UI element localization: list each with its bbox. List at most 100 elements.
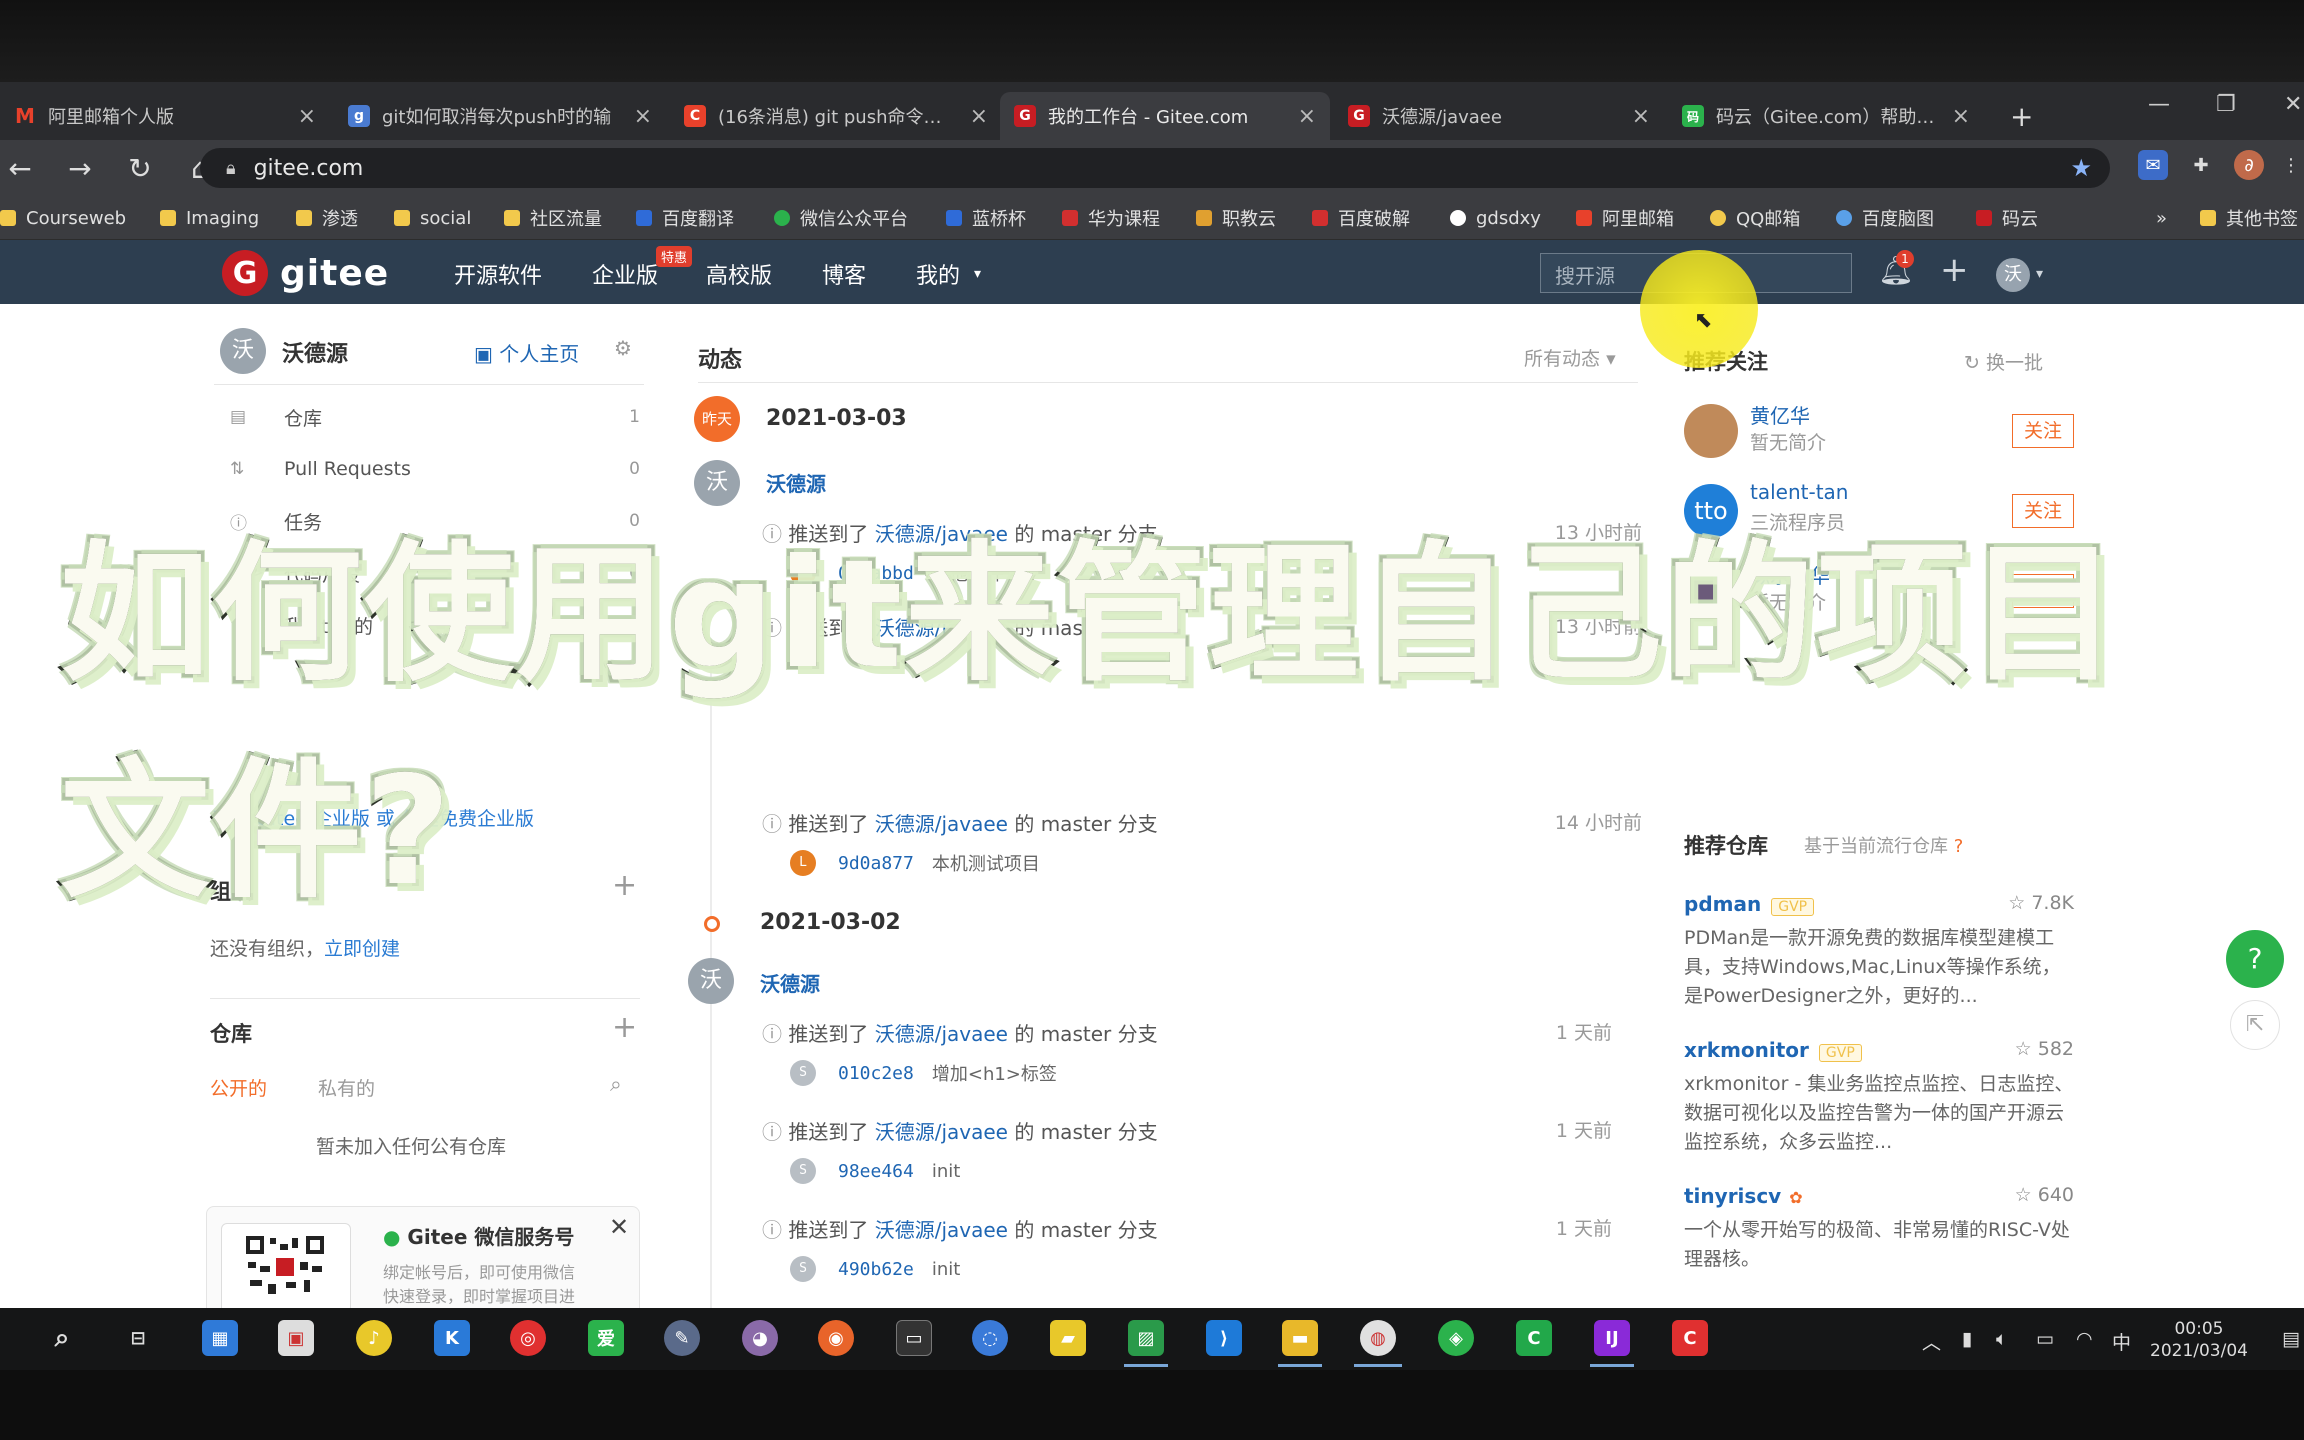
create-org-link[interactable]: 立即创建 bbox=[324, 938, 400, 960]
wifi-icon[interactable]: ◠ bbox=[2076, 1328, 2093, 1350]
bookmark-item[interactable]: 码云 bbox=[1976, 204, 2038, 232]
terminal-icon[interactable]: ▭ bbox=[896, 1320, 932, 1356]
bookmark-item[interactable]: 百度翻译 bbox=[636, 204, 734, 232]
browser-menu-icon[interactable]: ⋮ bbox=[2276, 150, 2304, 180]
ime-indicator[interactable]: 中 bbox=[2112, 1328, 2131, 1355]
nav-education[interactable]: 高校版 bbox=[706, 258, 772, 290]
bookmark-item[interactable]: 社区流量 bbox=[504, 204, 602, 232]
chrome-icon[interactable]: ◍ bbox=[1360, 1320, 1396, 1356]
recommend-user-name[interactable]: 黄亿华 bbox=[1750, 400, 1810, 429]
commit-sha-link[interactable]: 490b62e bbox=[838, 1259, 914, 1280]
calendar-app-icon[interactable]: ▦ bbox=[202, 1320, 238, 1356]
paint-app-icon[interactable]: ✎ bbox=[664, 1320, 700, 1356]
repo-name-link[interactable]: tinyriscv bbox=[1684, 1184, 1781, 1208]
bookmark-item[interactable]: social bbox=[394, 204, 471, 232]
vscode-icon[interactable]: ⟩ bbox=[1206, 1320, 1242, 1356]
browser-tab-active[interactable]: G 我的工作台 - Gitee.com × bbox=[1000, 92, 1330, 140]
help-float-button[interactable]: ? bbox=[2226, 930, 2284, 988]
forward-icon[interactable]: → bbox=[60, 152, 100, 185]
tab-private-repos[interactable]: 私有的 bbox=[318, 1074, 375, 1101]
bookmark-item[interactable]: 华为课程 bbox=[1062, 204, 1160, 232]
usb-icon[interactable]: ▮ bbox=[1962, 1328, 1972, 1350]
repo-stars[interactable]: ☆ 640 bbox=[2015, 1184, 2074, 1206]
close-card-icon[interactable]: ✕ bbox=[609, 1213, 629, 1241]
battery-icon[interactable]: ▭ bbox=[2036, 1328, 2054, 1350]
bookmarks-overflow[interactable]: » bbox=[2156, 204, 2167, 232]
search-icon[interactable]: ⌕ bbox=[610, 1072, 622, 1097]
bookmark-item[interactable]: gdsdxy bbox=[1450, 204, 1541, 232]
refresh-button[interactable]: ↻ 换一批 bbox=[1964, 348, 2043, 375]
user-avatar[interactable]: 沃 bbox=[1996, 258, 2030, 292]
sidebar-user-name[interactable]: 沃德源 bbox=[282, 336, 348, 368]
feed-user-avatar[interactable]: 沃 bbox=[688, 958, 734, 1004]
commit-sha-link[interactable]: 010c2e8 bbox=[838, 1063, 914, 1084]
settings-gear-icon[interactable]: ⚙ bbox=[614, 336, 632, 360]
bookmark-item[interactable]: 阿里邮箱 bbox=[1576, 204, 1674, 232]
bookmark-item[interactable]: 微信公众平台 bbox=[774, 204, 908, 232]
bookmark-item[interactable]: 职教云 bbox=[1196, 204, 1276, 232]
new-tab-button[interactable]: + bbox=[1996, 92, 2046, 140]
add-repo-plus-icon[interactable]: + bbox=[612, 1010, 637, 1045]
extensions-puzzle-icon[interactable]: ✚ bbox=[2186, 150, 2216, 180]
close-tab-icon[interactable]: × bbox=[634, 104, 652, 129]
repo-link[interactable]: 沃德源/javaee bbox=[875, 1218, 1008, 1242]
c-app-icon[interactable]: C bbox=[1516, 1320, 1552, 1356]
c-app-red-icon[interactable]: C bbox=[1672, 1320, 1708, 1356]
notification-center-icon[interactable]: ▤ bbox=[2282, 1328, 2300, 1350]
close-tab-icon[interactable]: × bbox=[1632, 104, 1650, 129]
create-plus-icon[interactable]: + bbox=[1940, 250, 1969, 290]
browser-tab[interactable]: g git如何取消每次push时的输 × bbox=[334, 92, 666, 140]
tray-chevron-icon[interactable]: ︿ bbox=[1922, 1328, 1941, 1355]
volume-icon[interactable]: 🔈︎ bbox=[1996, 1328, 2007, 1350]
feed-user-name[interactable]: 沃德源 bbox=[760, 968, 820, 997]
nav-open-source[interactable]: 开源软件 bbox=[454, 258, 542, 290]
nav-blog[interactable]: 博客 bbox=[822, 258, 866, 290]
repo-name-link[interactable]: xrkmonitor bbox=[1684, 1038, 1809, 1062]
sidebar-item-pull-requests[interactable]: ⇅ Pull Requests 0 bbox=[230, 454, 640, 484]
taskbar-clock[interactable]: 00:05 2021/03/04 bbox=[2150, 1318, 2248, 1362]
bookmark-item[interactable]: Courseweb bbox=[0, 204, 126, 232]
task-view-icon[interactable]: ⊟ bbox=[120, 1320, 156, 1356]
browser-tab[interactable]: G 沃德源/javaee × bbox=[1334, 92, 1664, 140]
music-app-icon[interactable]: ♪ bbox=[356, 1320, 392, 1356]
sidebar-avatar[interactable]: 沃 bbox=[220, 328, 266, 374]
bookmark-item[interactable]: 蓝桥杯 bbox=[946, 204, 1026, 232]
bookmark-item[interactable]: 百度脑图 bbox=[1836, 204, 1934, 232]
bookmark-item[interactable]: QQ邮箱 bbox=[1710, 204, 1800, 232]
personal-home-link[interactable]: ▣ 个人主页 bbox=[474, 338, 579, 367]
back-icon[interactable]: ← bbox=[0, 152, 40, 185]
browser-tab[interactable]: M 阿里邮箱个人版 × bbox=[0, 92, 330, 140]
repo-link[interactable]: 沃德源/javaee bbox=[875, 1022, 1008, 1046]
search-icon[interactable]: ⌕ bbox=[44, 1320, 80, 1356]
bookmark-item[interactable]: 渗透 bbox=[296, 204, 358, 232]
profile-avatar-icon[interactable]: ∂ bbox=[2234, 150, 2264, 180]
store-app-icon[interactable]: ▣ bbox=[278, 1320, 314, 1356]
minimize-icon[interactable]: — bbox=[2148, 92, 2170, 117]
firefox-icon[interactable]: ◉ bbox=[818, 1320, 854, 1356]
edge-icon[interactable]: ◌ bbox=[972, 1320, 1008, 1356]
close-tab-icon[interactable]: × bbox=[970, 104, 988, 129]
bookmark-star-icon[interactable]: ★ bbox=[2070, 154, 2092, 182]
close-tab-icon[interactable]: × bbox=[1952, 104, 1970, 129]
iqiyi-app-icon[interactable]: 爱 bbox=[588, 1320, 624, 1356]
nav-mine[interactable]: 我的 bbox=[916, 258, 960, 290]
sidebar-item-repos[interactable]: ▤ 仓库 1 bbox=[230, 402, 640, 432]
close-window-icon[interactable]: ✕ bbox=[2284, 92, 2302, 117]
gitee-logo[interactable]: G gitee bbox=[222, 250, 389, 296]
close-tab-icon[interactable]: × bbox=[1298, 104, 1316, 129]
share-float-icon[interactable]: ⇱ bbox=[2230, 1000, 2280, 1050]
close-tab-icon[interactable]: × bbox=[298, 104, 316, 129]
repo-link[interactable]: 沃德源/javaee bbox=[875, 1120, 1008, 1144]
repo-stars[interactable]: ☆ 582 bbox=[2015, 1038, 2074, 1060]
user-avatar[interactable] bbox=[1684, 404, 1738, 458]
bookmark-item[interactable]: 百度破解 bbox=[1312, 204, 1410, 232]
extension-mail-icon[interactable]: ✉ bbox=[2138, 150, 2168, 180]
bookmark-item[interactable]: Imaging bbox=[160, 204, 259, 232]
restore-icon[interactable]: ❐ bbox=[2216, 92, 2236, 117]
browser-tab[interactable]: 码 码云（Gitee.com）帮助文档 × bbox=[1668, 92, 1984, 140]
map-app-icon[interactable]: ◈ bbox=[1438, 1320, 1474, 1356]
commit-sha-link[interactable]: 98ee464 bbox=[838, 1161, 914, 1182]
reload-icon[interactable]: ↻ bbox=[120, 152, 160, 185]
browser-tab[interactable]: C (16条消息) git push命令不用 × bbox=[670, 92, 1002, 140]
tab-public-repos[interactable]: 公开的 bbox=[210, 1074, 267, 1101]
